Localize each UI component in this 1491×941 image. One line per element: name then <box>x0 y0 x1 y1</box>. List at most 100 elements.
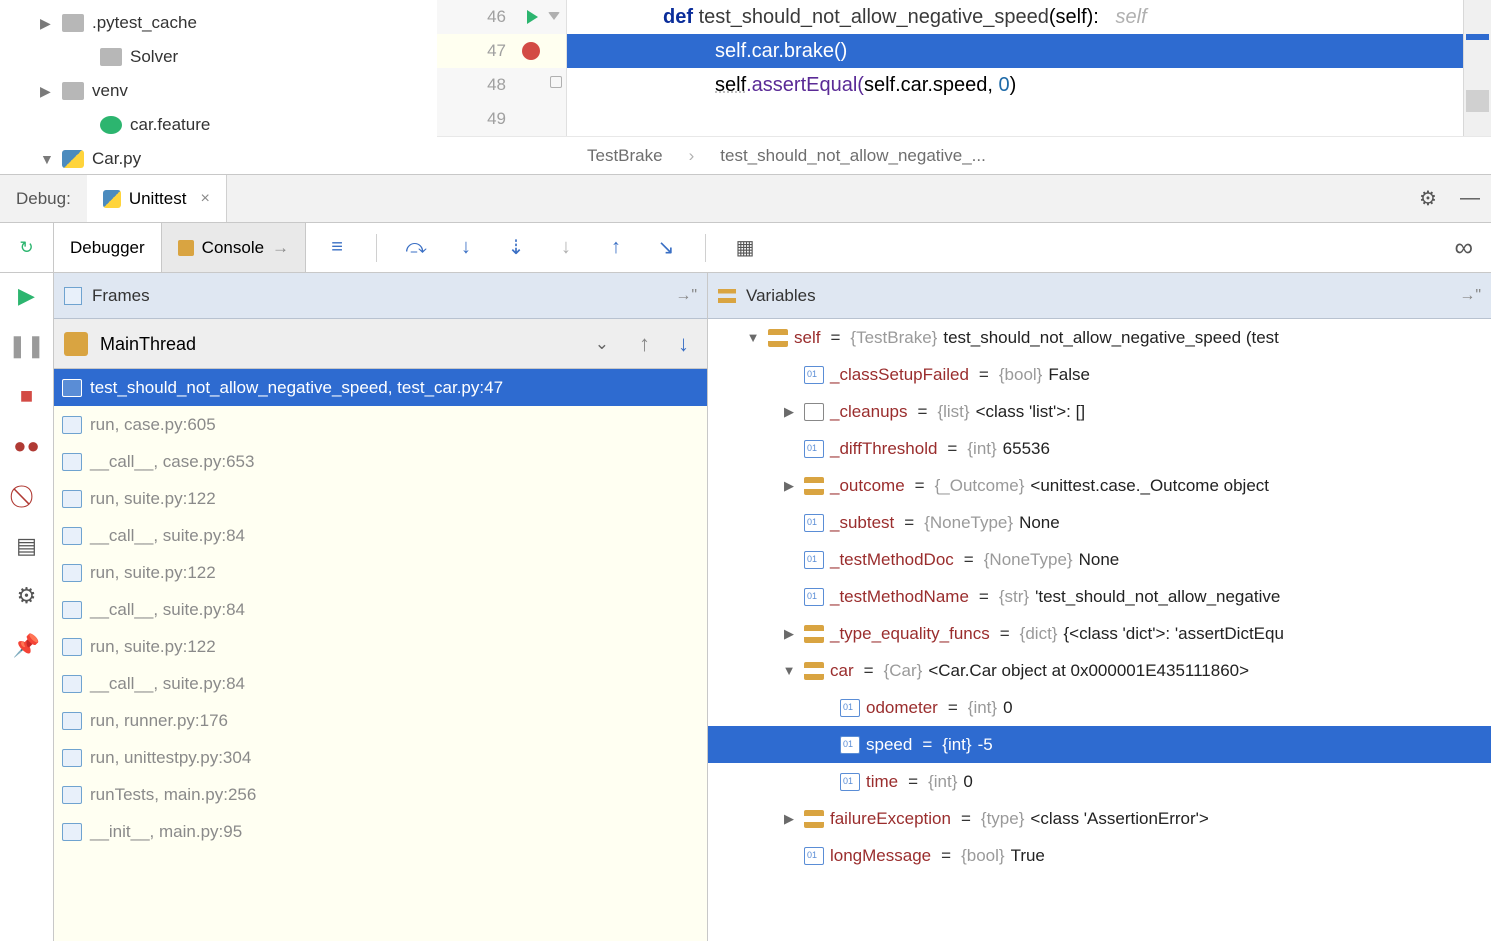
code-line-47-current[interactable]: self.car.brake() <box>567 34 1491 68</box>
chevron-down-icon[interactable]: ⌄ <box>595 334 619 354</box>
stop-icon[interactable]: ■ <box>14 383 40 409</box>
frame-item[interactable]: run, case.py:605 <box>54 406 707 443</box>
mute-breakpoints-icon[interactable]: ⃠ <box>14 483 40 509</box>
code-line-48[interactable]: self.assertEqual(self.car.speed, 0) <box>567 68 1491 102</box>
frame-item[interactable]: run, unittestpy.py:304 <box>54 739 707 776</box>
rerun-icon[interactable]: ↻ <box>19 238 33 258</box>
frame-item[interactable]: __call__, case.py:653 <box>54 443 707 480</box>
pause-icon[interactable]: ❚❚ <box>14 333 40 359</box>
tree-item-venv[interactable]: ▶ venv <box>14 74 437 108</box>
variable-row[interactable]: time = {int} 0 <box>708 763 1491 800</box>
next-frame-icon[interactable]: ↓ <box>670 331 697 357</box>
fold-end-icon[interactable] <box>550 76 562 88</box>
variables-tree[interactable]: ▼self = {TestBrake} test_should_not_allo… <box>708 319 1491 941</box>
gutter-line-46[interactable]: 46 <box>437 0 566 34</box>
variable-row[interactable]: ▼car = {Car} <Car.Car object at 0x000001… <box>708 652 1491 689</box>
step-over-icon[interactable]: ⤼ <box>405 237 427 259</box>
code-editor[interactable]: 46 47 48 49 def test_should_not_allow_ne… <box>437 0 1491 174</box>
variables-settings-icon[interactable]: →" <box>1459 287 1481 305</box>
variable-row[interactable]: speed = {int} -5 <box>708 726 1491 763</box>
tree-item-car-feature[interactable]: car.feature <box>14 108 437 142</box>
chevron-right-icon[interactable]: ▶ <box>780 626 798 642</box>
frame-item[interactable]: run, suite.py:122 <box>54 480 707 517</box>
tab-console[interactable]: Console→ <box>162 223 306 272</box>
variable-row[interactable]: _subtest = {NoneType} None <box>708 504 1491 541</box>
gutter-line-47[interactable]: 47 <box>437 34 566 68</box>
chevron-down-icon[interactable]: ▼ <box>40 151 54 167</box>
gutter-line-49[interactable]: 49 <box>437 102 566 136</box>
frame-item[interactable]: __call__, suite.py:84 <box>54 665 707 702</box>
code-line-46[interactable]: def test_should_not_allow_negative_speed… <box>567 0 1491 34</box>
frame-item[interactable]: __init__, main.py:95 <box>54 813 707 850</box>
frame-item[interactable]: run, suite.py:122 <box>54 554 707 591</box>
tree-item-solver[interactable]: Solver <box>14 40 437 74</box>
chevron-down-icon[interactable]: ▼ <box>744 330 762 345</box>
gutter-line-48[interactable]: 48 <box>437 68 566 102</box>
variable-row[interactable]: _testMethodName = {str} 'test_should_not… <box>708 578 1491 615</box>
pin-icon[interactable]: 📌 <box>14 633 40 659</box>
frame-item[interactable]: run, runner.py:176 <box>54 702 707 739</box>
chevron-right-icon[interactable]: ▶ <box>40 83 54 100</box>
chevron-right-icon[interactable]: ▶ <box>780 478 798 494</box>
tree-item-pytest-cache[interactable]: ▶ .pytest_cache <box>14 6 437 40</box>
frame-item[interactable]: __call__, suite.py:84 <box>54 517 707 554</box>
variable-row[interactable]: _classSetupFailed = {bool} False <box>708 356 1491 393</box>
equals-sign: = <box>911 476 929 496</box>
variable-row[interactable]: ▶failureException = {type} <class 'Asser… <box>708 800 1491 837</box>
breadcrumb-class[interactable]: TestBrake <box>587 146 663 166</box>
view-breakpoints-icon[interactable]: ●● <box>14 433 40 459</box>
breadcrumb-method[interactable]: test_should_not_allow_negative_... <box>720 146 986 166</box>
force-step-into-icon[interactable]: ↓ <box>555 237 577 259</box>
step-into-icon[interactable]: ↓ <box>455 237 477 259</box>
frame-item[interactable]: __call__, suite.py:84 <box>54 591 707 628</box>
tree-label: .pytest_cache <box>92 13 197 33</box>
equals-sign: = <box>826 328 844 348</box>
close-icon[interactable]: × <box>194 190 209 208</box>
run-test-icon[interactable] <box>527 10 538 24</box>
variable-row[interactable]: ▶_cleanups = {list} <class 'list'>: [] <box>708 393 1491 430</box>
chevron-right-icon[interactable]: ▶ <box>40 15 54 32</box>
gear-icon[interactable]: ⚙ <box>1415 186 1441 212</box>
project-tree[interactable]: ▶ .pytest_cache Solver ▶ venv car.featur… <box>0 0 437 174</box>
run-to-cursor-icon[interactable]: ↘ <box>655 237 677 259</box>
layout-icon[interactable]: ▤ <box>14 533 40 559</box>
breakpoint-icon[interactable] <box>522 42 540 60</box>
variable-row[interactable]: _testMethodDoc = {NoneType} None <box>708 541 1491 578</box>
prev-frame-icon[interactable]: ↑ <box>631 331 658 357</box>
variable-row[interactable]: ▼self = {TestBrake} test_should_not_allo… <box>708 319 1491 356</box>
editor-minimap[interactable] <box>1463 0 1491 136</box>
variable-row[interactable]: ▶_outcome = {_Outcome} <unittest.case._O… <box>708 467 1491 504</box>
thread-select[interactable]: MainThread <box>100 319 583 368</box>
chevron-down-icon[interactable]: ▼ <box>780 663 798 678</box>
editor-breadcrumb[interactable]: TestBrake › test_should_not_allow_negati… <box>437 136 1491 174</box>
code-line-49[interactable] <box>567 102 1491 136</box>
editor-gutter[interactable]: 46 47 48 49 <box>437 0 567 136</box>
tab-debugger[interactable]: Debugger <box>54 223 162 272</box>
minimize-icon[interactable]: — <box>1457 186 1483 212</box>
code-lines[interactable]: def test_should_not_allow_negative_speed… <box>567 0 1491 136</box>
tree-item-car-py[interactable]: ▼ Car.py <box>14 142 437 174</box>
chevron-right-icon[interactable]: ▶ <box>780 811 798 827</box>
chevron-right-icon[interactable]: ▶ <box>780 404 798 420</box>
resume-icon[interactable]: ▶ <box>14 283 40 309</box>
show-execution-point-icon[interactable]: ≡ <box>326 237 348 259</box>
step-out-icon[interactable]: ↑ <box>605 237 627 259</box>
debug-config-tab[interactable]: Unittest × <box>87 175 227 222</box>
evaluate-expression-icon[interactable]: ▦ <box>734 237 756 259</box>
settings-icon[interactable]: ⚙ <box>14 583 40 609</box>
thread-icon <box>64 332 88 356</box>
variable-row[interactable]: odometer = {int} 0 <box>708 689 1491 726</box>
equals-sign: = <box>918 735 936 755</box>
variable-name: _testMethodName <box>830 587 969 607</box>
frame-item[interactable]: test_should_not_allow_negative_speed, te… <box>54 369 707 406</box>
frame-item[interactable]: runTests, main.py:256 <box>54 776 707 813</box>
frames-settings-icon[interactable]: →" <box>675 287 697 305</box>
variable-row[interactable]: longMessage = {bool} True <box>708 837 1491 874</box>
variable-row[interactable]: ▶_type_equality_funcs = {dict} {<class '… <box>708 615 1491 652</box>
step-into-my-code-icon[interactable]: ⇣ <box>505 237 527 259</box>
fold-icon[interactable] <box>548 12 560 20</box>
frame-item[interactable]: run, suite.py:122 <box>54 628 707 665</box>
variable-row[interactable]: _diffThreshold = {int} 65536 <box>708 430 1491 467</box>
async-stack-icon[interactable]: ∞ <box>1454 232 1473 263</box>
frames-list[interactable]: test_should_not_allow_negative_speed, te… <box>54 369 707 941</box>
